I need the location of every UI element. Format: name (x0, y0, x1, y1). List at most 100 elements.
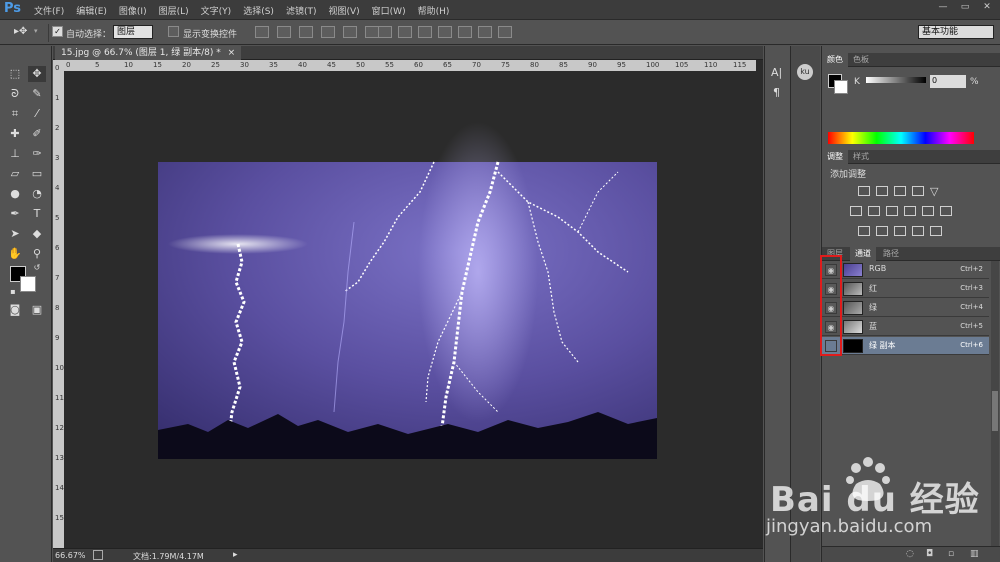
brush-tool-icon[interactable]: ✐ (28, 126, 46, 142)
document-tab[interactable]: 15.jpg @ 66.7% (图层 1, 绿 副本/8) * × (55, 46, 242, 60)
channel-row-green-copy[interactable]: 绿 副本 Ctrl+6 (822, 337, 989, 355)
distribute-right-icon[interactable] (478, 26, 492, 38)
dodge-tool-icon[interactable]: ◔ (28, 186, 46, 202)
gradient-map-icon[interactable] (912, 226, 924, 236)
menu-layer[interactable]: 图层(L) (159, 4, 189, 17)
menu-type[interactable]: 文字(Y) (201, 4, 232, 17)
delete-channel-icon[interactable]: ▥ (970, 549, 979, 559)
levels-icon[interactable] (876, 186, 888, 196)
shape-tool-icon[interactable]: ◆ (28, 226, 46, 242)
tab-swatches[interactable]: 色板 (848, 53, 874, 67)
show-transform-checkbox[interactable] (168, 26, 179, 37)
tab-channels[interactable]: 通道 (850, 247, 876, 261)
black-white-icon[interactable] (886, 206, 898, 216)
channel-row-red[interactable]: ◉ 红 Ctrl+3 (822, 280, 989, 298)
color-spectrum[interactable] (828, 132, 974, 144)
new-channel-icon[interactable]: ▫ (948, 549, 954, 559)
menu-view[interactable]: 视图(V) (328, 4, 359, 17)
load-selection-icon[interactable]: ◌ (906, 549, 914, 559)
scrollbar-thumb[interactable] (992, 391, 998, 431)
blur-tool-icon[interactable]: ● (6, 186, 24, 202)
quick-select-tool-icon[interactable]: ✎ (28, 86, 46, 102)
align-vcenter-icon[interactable] (343, 26, 357, 38)
status-menu-arrow-icon[interactable]: ▸ (233, 550, 238, 560)
lasso-tool-icon[interactable]: ᘐ (6, 86, 24, 102)
distribute-vcenter-icon[interactable] (398, 26, 412, 38)
photo-filter-icon[interactable] (904, 206, 916, 216)
hand-tool-icon[interactable]: ✋ (6, 246, 24, 262)
menu-filter[interactable]: 滤镜(T) (286, 4, 317, 17)
tab-adjustments[interactable]: 调整 (822, 150, 848, 164)
minimize-button[interactable]: — (932, 0, 954, 14)
channel-row-blue[interactable]: ◉ 蓝 Ctrl+5 (822, 318, 989, 336)
eyedropper-tool-icon[interactable]: ⁄ (28, 106, 46, 122)
background-color-swatch[interactable] (20, 276, 36, 292)
brightness-icon[interactable] (858, 186, 870, 196)
pen-tool-icon[interactable]: ✒ (6, 206, 24, 222)
history-brush-icon[interactable]: ✑ (28, 146, 46, 162)
close-button[interactable]: ✕ (976, 0, 998, 14)
exposure-icon[interactable] (912, 186, 924, 196)
distribute-bottom-icon[interactable] (418, 26, 432, 38)
menu-help[interactable]: 帮助(H) (418, 4, 450, 17)
align-top-icon[interactable] (321, 26, 335, 38)
auto-align-icon[interactable] (498, 26, 512, 38)
tab-color[interactable]: 颜色 (822, 53, 848, 67)
align-right-icon[interactable] (299, 26, 313, 38)
marquee-tool-icon[interactable]: ⬚ (6, 66, 24, 82)
threshold-icon[interactable] (894, 226, 906, 236)
menu-image[interactable]: 图像(I) (119, 4, 147, 17)
distribute-left-icon[interactable] (438, 26, 452, 38)
eraser-tool-icon[interactable]: ▱ (6, 166, 24, 182)
save-selection-icon[interactable]: ◘ (926, 549, 933, 559)
align-hcenter-icon[interactable] (277, 26, 291, 38)
crop-tool-icon[interactable]: ⌗ (6, 106, 24, 122)
status-info-icon[interactable] (93, 550, 103, 560)
type-tool-icon[interactable]: T (28, 206, 46, 222)
close-tab-icon[interactable]: × (228, 48, 236, 58)
invert-icon[interactable] (858, 226, 870, 236)
selective-color-icon[interactable] (930, 226, 942, 236)
canvas[interactable] (64, 71, 756, 550)
color-bg-swatch[interactable] (834, 80, 848, 94)
paragraph-panel-icon[interactable]: ¶ (773, 86, 780, 99)
distribute-top-icon[interactable] (378, 26, 392, 38)
gradient-tool-icon[interactable]: ▭ (28, 166, 46, 182)
default-colors-icon[interactable]: ▪ (4, 284, 22, 300)
healing-brush-icon[interactable]: ✚ (6, 126, 24, 142)
quick-mask-icon[interactable]: ◙ (6, 302, 24, 318)
channel-row-rgb[interactable]: ◉ RGB Ctrl+2 (822, 261, 989, 279)
color-balance-icon[interactable] (868, 206, 880, 216)
distribute-hcenter-icon[interactable] (458, 26, 472, 38)
move-tool-icon[interactable]: ▸✥ (14, 26, 27, 37)
chevron-down-icon[interactable]: ▾ (34, 27, 38, 35)
tab-paths[interactable]: 路径 (878, 247, 904, 261)
tab-styles[interactable]: 样式 (848, 150, 874, 164)
channel-row-green[interactable]: ◉ 绿 Ctrl+4 (822, 299, 989, 317)
path-select-icon[interactable]: ➤ (6, 226, 24, 242)
k-slider[interactable] (866, 77, 926, 83)
align-bottom-icon[interactable] (365, 26, 379, 38)
vibrance-icon[interactable]: ▽ (930, 185, 938, 198)
align-left-icon[interactable] (255, 26, 269, 38)
color-lookup-icon[interactable] (940, 206, 952, 216)
auto-select-dropdown[interactable]: 图层 (113, 25, 153, 39)
menu-select[interactable]: 选择(S) (243, 4, 274, 17)
channel-mixer-icon[interactable] (922, 206, 934, 216)
menu-edit[interactable]: 编辑(E) (76, 4, 107, 17)
workspace-dropdown[interactable]: 基本功能 (918, 25, 994, 39)
kuler-icon[interactable]: ku (797, 64, 813, 80)
zoom-level[interactable]: 66.67% (55, 551, 86, 560)
menu-window[interactable]: 窗口(W) (372, 4, 406, 17)
menu-file[interactable]: 文件(F) (34, 4, 64, 17)
character-panel-icon[interactable]: A| (771, 66, 782, 79)
curves-icon[interactable] (894, 186, 906, 196)
restore-button[interactable]: ▭ (954, 0, 976, 14)
auto-select-checkbox[interactable]: ✓ (52, 26, 63, 37)
screen-mode-icon[interactable]: ▣ (28, 302, 46, 318)
posterize-icon[interactable] (876, 226, 888, 236)
k-value-input[interactable]: 0 (930, 75, 966, 88)
clone-stamp-icon[interactable]: ⊥ (6, 146, 24, 162)
swap-colors-icon[interactable]: ↺ (28, 260, 46, 276)
move-tool-button-icon[interactable]: ✥ (28, 66, 46, 82)
